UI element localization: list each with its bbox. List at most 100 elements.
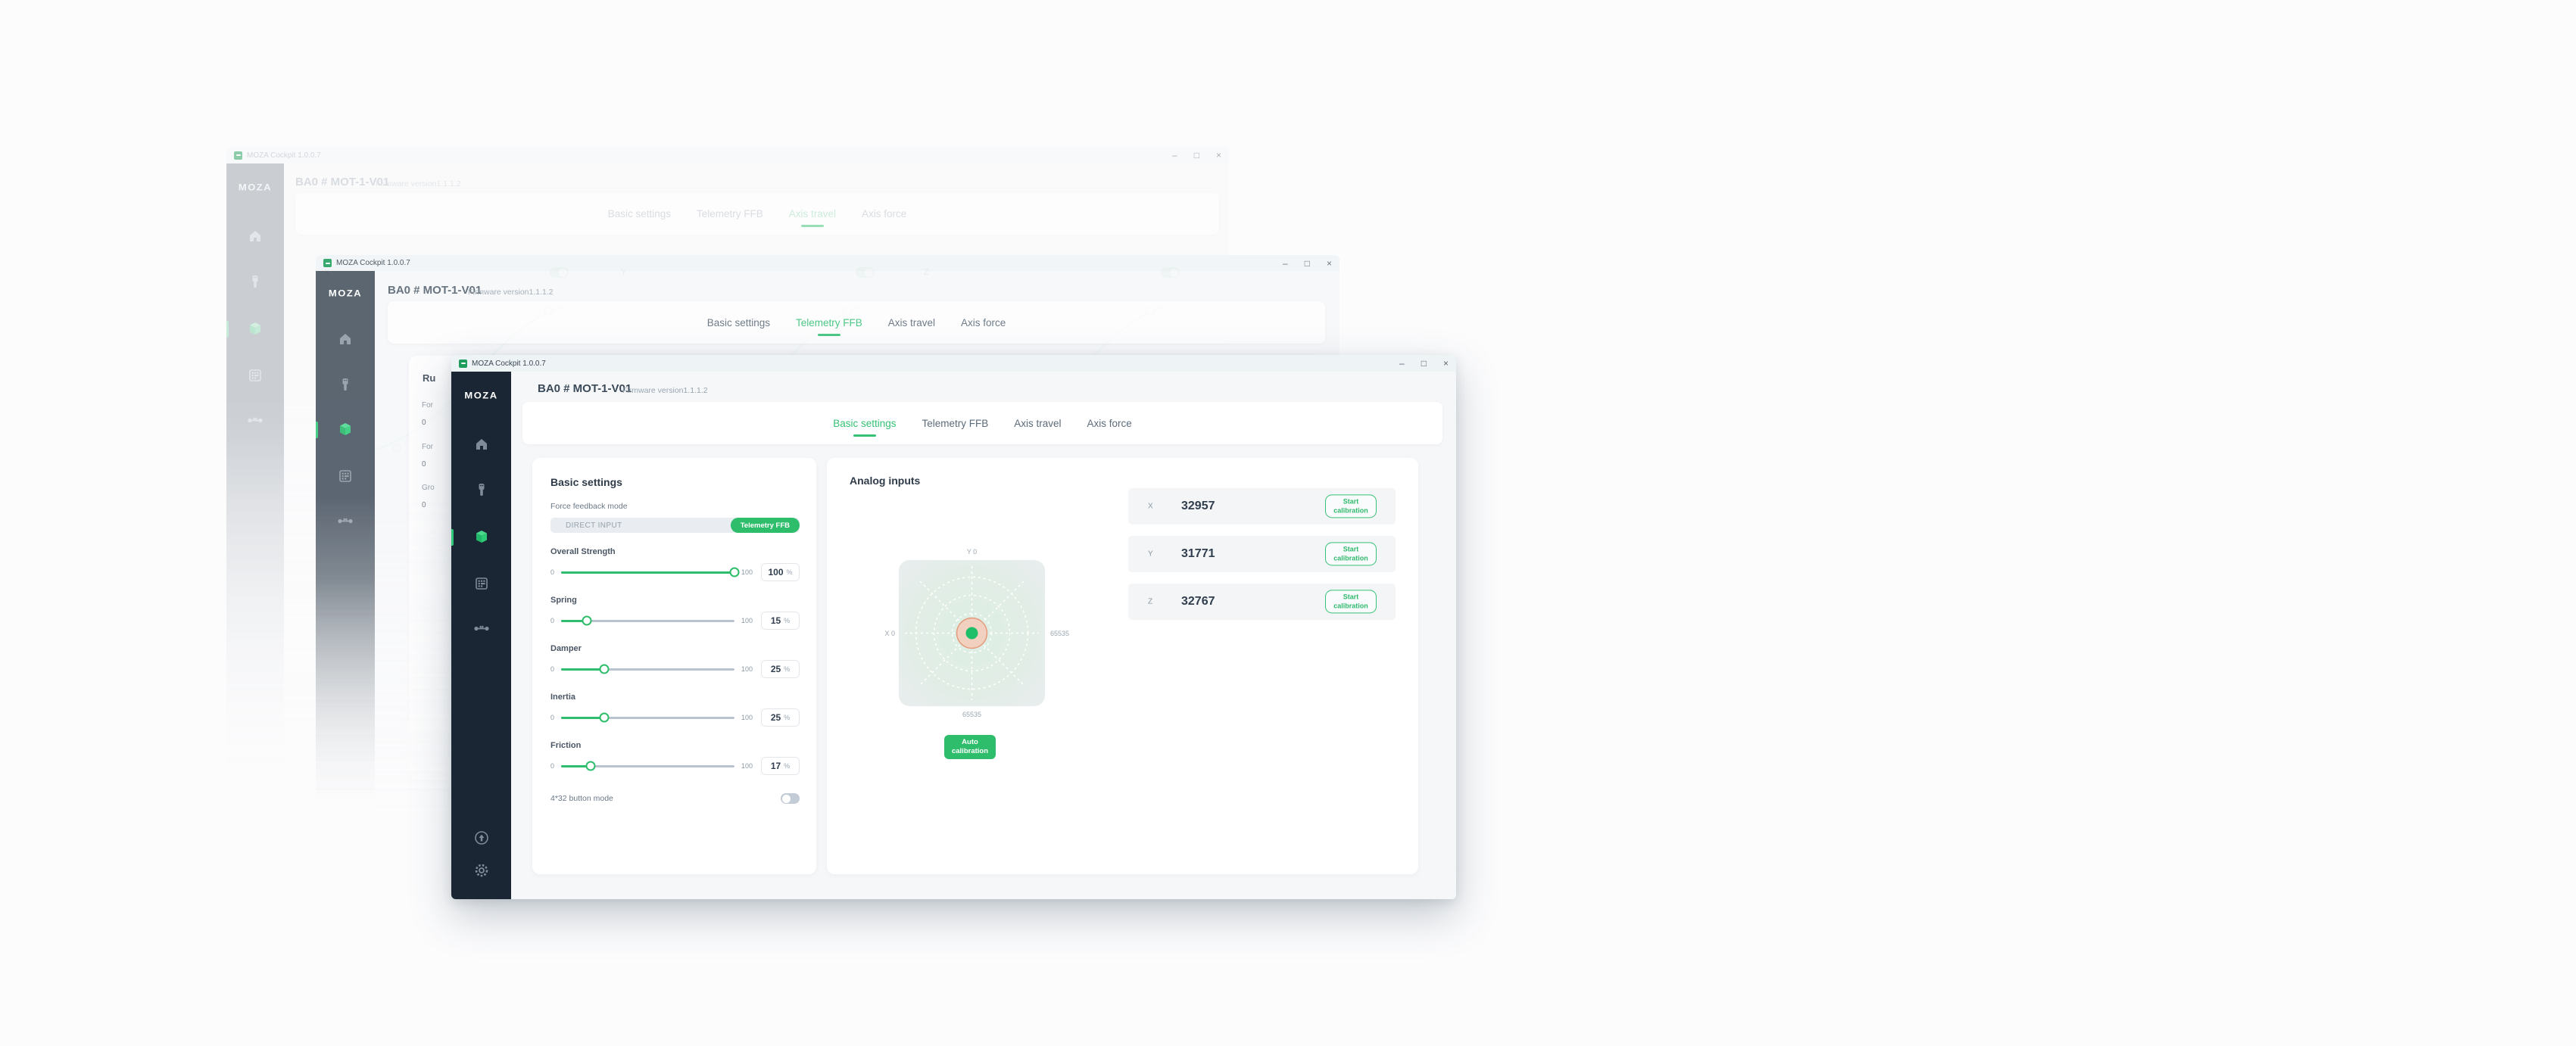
analog-axis-row-y: Y 31771 Start calibration xyxy=(1128,536,1396,572)
tab-telemetry-ffb[interactable]: Telemetry FFB xyxy=(794,311,864,335)
start-calibration-button[interactable]: Start calibration xyxy=(1325,542,1377,565)
auto-calibration-button[interactable]: Auto calibration xyxy=(944,735,996,759)
sidebar-item-buttonbox[interactable] xyxy=(451,576,511,591)
buttonbox-icon xyxy=(474,576,489,591)
sidebar-item-device[interactable] xyxy=(316,422,375,437)
slider-overall-strength: Overall Strength 0 100 100% xyxy=(550,547,800,581)
tab-basic-settings[interactable]: Basic settings xyxy=(607,202,672,226)
slider-inertia: Inertia 0 100 25% xyxy=(550,693,800,727)
sidebar-item-chassis[interactable] xyxy=(226,412,284,428)
tab-bar: Basic settings Telemetry FFB Axis travel… xyxy=(295,193,1219,235)
firmware-version: Firmware version1.1.1.2 xyxy=(468,288,554,297)
settings-gear-icon xyxy=(473,862,490,879)
panel-title: Basic settings xyxy=(550,476,800,488)
tab-basic-settings[interactable]: Basic settings xyxy=(706,311,772,335)
slider-handle[interactable] xyxy=(585,761,595,771)
slider-min: 0 xyxy=(550,617,554,624)
desktop-background: MOZA Cockpit 1.0.0.7 – □ × MOZA BA0 # MO… xyxy=(0,0,2576,1046)
setting-label: For xyxy=(422,443,433,451)
ffb-mode-label: Force feedback mode xyxy=(550,502,800,511)
tab-basic-settings[interactable]: Basic settings xyxy=(831,412,897,435)
slider-value-input[interactable]: 25% xyxy=(761,708,800,727)
handbrake-icon xyxy=(338,377,353,392)
tab-axis-travel[interactable]: Axis travel xyxy=(787,202,837,226)
minimize-button[interactable]: – xyxy=(1283,259,1288,268)
titlebar: MOZA Cockpit 1.0.0.7 – □ × xyxy=(316,255,1339,271)
sidebar-item-home[interactable] xyxy=(226,229,284,244)
sidebar-item-handbrake[interactable] xyxy=(451,482,511,497)
slider-track[interactable] xyxy=(561,668,734,671)
sidebar-item-chassis[interactable] xyxy=(316,513,375,528)
sidebar-item-buttonbox[interactable] xyxy=(316,469,375,484)
tab-axis-force[interactable]: Axis force xyxy=(1086,412,1134,435)
slider-min: 0 xyxy=(550,762,554,770)
radar-bottom-label: 65535 xyxy=(962,711,981,718)
sidebar-item-settings[interactable] xyxy=(451,862,511,879)
slider-value-input[interactable]: 15% xyxy=(761,612,800,630)
close-button[interactable]: × xyxy=(1216,151,1221,160)
minimize-button[interactable]: – xyxy=(1399,359,1405,368)
sidebar-item-home[interactable] xyxy=(316,332,375,347)
input-position-dot xyxy=(966,627,978,640)
slider-handle[interactable] xyxy=(600,665,610,674)
maximize-button[interactable]: □ xyxy=(1194,151,1199,160)
sidebar-item-device[interactable] xyxy=(226,321,284,336)
slider-track[interactable] xyxy=(561,717,734,719)
firmware-version: Firmware version1.1.1.2 xyxy=(376,179,461,188)
start-calibration-button[interactable]: Start calibration xyxy=(1325,494,1377,518)
handbrake-icon xyxy=(474,482,489,497)
slider-value-input[interactable]: 100% xyxy=(761,563,800,581)
slider-value-input[interactable]: 17% xyxy=(761,757,800,775)
slider-min: 0 xyxy=(550,568,554,576)
axis-label: Y xyxy=(1148,550,1153,559)
sidebar-item-firmware-update[interactable] xyxy=(451,830,511,846)
maximize-button[interactable]: □ xyxy=(1305,259,1310,268)
minimize-button[interactable]: – xyxy=(1172,151,1177,160)
slider-spring: Spring 0 100 15% xyxy=(550,596,800,630)
slider-track[interactable] xyxy=(561,765,734,767)
setting-value: 0 xyxy=(422,460,426,469)
titlebar: MOZA Cockpit 1.0.0.7 – □ × xyxy=(451,355,1456,372)
axis-value: 31771 xyxy=(1181,547,1215,561)
start-calibration-button[interactable]: Start calibration xyxy=(1325,590,1377,613)
slider-handle[interactable] xyxy=(600,713,610,723)
tab-axis-travel[interactable]: Axis travel xyxy=(887,311,937,335)
sidebar: MOZA xyxy=(451,372,511,899)
slider-track[interactable] xyxy=(561,620,734,622)
buttonbox-icon xyxy=(338,469,353,484)
pedal-cube-icon xyxy=(474,529,489,544)
window-title: MOZA Cockpit 1.0.0.7 xyxy=(336,259,410,267)
slider-handle[interactable] xyxy=(729,568,739,577)
button-mode-toggle[interactable] xyxy=(781,793,800,804)
window-title: MOZA Cockpit 1.0.0.7 xyxy=(247,151,321,160)
radar-top-label: Y 0 xyxy=(967,548,977,556)
tab-axis-force[interactable]: Axis force xyxy=(959,311,1007,335)
ffb-mode-value: DIRECT INPUT xyxy=(566,521,622,530)
slider-value-input[interactable]: 25% xyxy=(761,660,800,678)
tab-telemetry-ffb[interactable]: Telemetry FFB xyxy=(920,412,990,435)
tab-axis-force[interactable]: Axis force xyxy=(860,202,908,226)
slider-max: 100 xyxy=(741,617,753,624)
tab-telemetry-ffb[interactable]: Telemetry FFB xyxy=(695,202,765,226)
sidebar-item-handbrake[interactable] xyxy=(226,274,284,289)
slider-track[interactable] xyxy=(561,571,734,574)
maximize-button[interactable]: □ xyxy=(1421,359,1427,368)
close-button[interactable]: × xyxy=(1327,259,1332,268)
sidebar-item-chassis[interactable] xyxy=(451,621,511,636)
sidebar-item-buttonbox[interactable] xyxy=(226,368,284,383)
slider-max: 100 xyxy=(741,568,753,576)
sidebar-item-home[interactable] xyxy=(451,437,511,452)
tab-bar: Basic settings Telemetry FFB Axis travel… xyxy=(388,301,1325,344)
sidebar-item-device[interactable] xyxy=(451,529,511,544)
sidebar: MOZA xyxy=(316,271,375,830)
ffb-mode-control: DIRECT INPUT Telemetry FFB xyxy=(550,518,800,533)
sidebar-item-handbrake[interactable] xyxy=(316,377,375,392)
slider-handle[interactable] xyxy=(582,616,592,626)
radar-right-label: 65535 xyxy=(1050,630,1069,637)
tab-axis-travel[interactable]: Axis travel xyxy=(1012,412,1062,435)
close-button[interactable]: × xyxy=(1443,359,1449,368)
telemetry-ffb-button[interactable]: Telemetry FFB xyxy=(731,518,800,533)
slider-max: 100 xyxy=(741,714,753,721)
chassis-icon xyxy=(337,513,354,528)
app-logo-icon xyxy=(234,151,242,160)
